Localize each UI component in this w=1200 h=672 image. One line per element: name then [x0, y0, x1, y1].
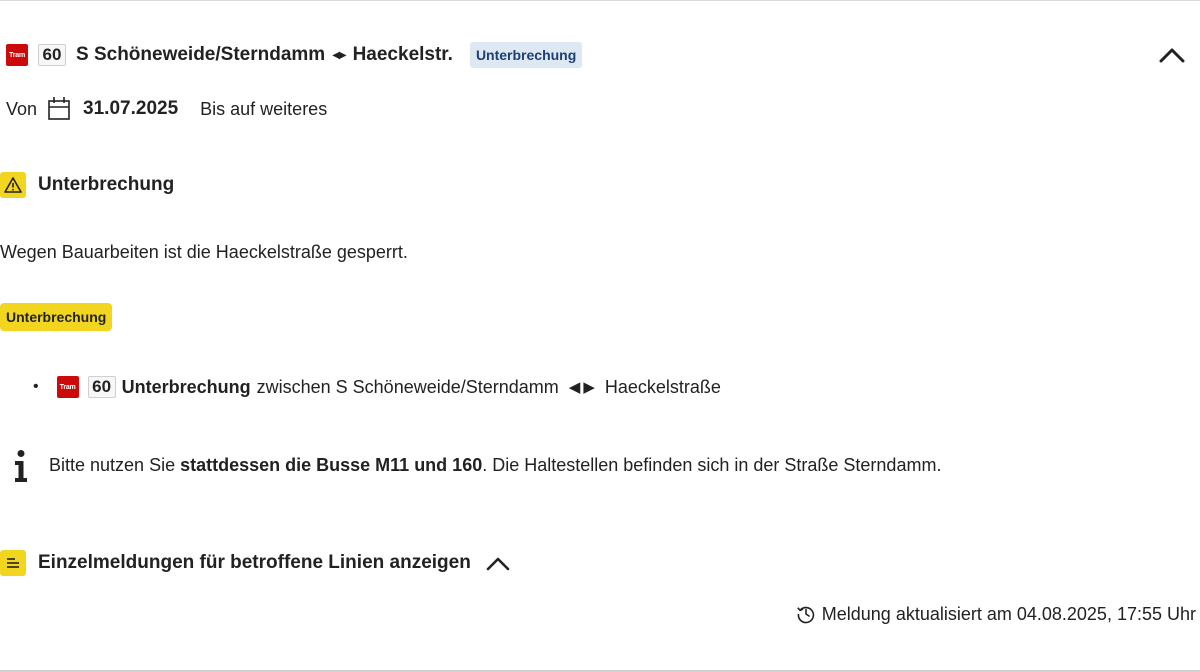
impact-between: zwischen S Schöneweide/Sterndamm — [256, 376, 559, 397]
history-icon — [796, 606, 814, 624]
von-label: Von — [6, 98, 38, 119]
impact-type: Unterbrechung — [121, 376, 251, 397]
line-number-badge: 60 — [87, 376, 116, 398]
impact-tag-row: Unterbrechung — [0, 303, 113, 331]
route-from: S Schöneweide/Sterndamm — [76, 44, 326, 65]
start-date: 31.07.2025 — [83, 98, 179, 119]
bullet: • — [33, 378, 39, 395]
list-icon — [0, 550, 26, 576]
header-row: Tram 60 S Schöneweide/Sterndamm ◀▶ Haeck… — [6, 42, 583, 68]
route-arrows-icon: ◀▶ — [332, 49, 346, 61]
tram-icon: Tram — [6, 44, 28, 66]
impact-to: Haeckelstraße — [604, 376, 721, 397]
description: Wegen Bauarbeiten ist die Haeckelstraße … — [0, 239, 408, 265]
info-icon — [15, 450, 27, 482]
end-date-label: Bis auf weiteres — [200, 98, 328, 119]
footer-row: Meldung aktualisiert am 04.08.2025, 17:5… — [796, 601, 1196, 627]
details-toggle-label: Einzelmeldungen für betroffene Linien an… — [38, 552, 471, 573]
section-title: Unterbrechung — [38, 174, 175, 195]
impact-badge: Unterbrechung — [0, 303, 113, 331]
info-text-before: Bitte nutzen Sie — [49, 454, 176, 475]
info-text-bold: stattdessen die Busse M11 und 160 — [180, 454, 483, 475]
arrow-right-icon: ▶ — [583, 379, 595, 396]
details-toggle-button[interactable]: Einzelmeldungen für betroffene Linien an… — [0, 549, 511, 577]
chevron-up-icon[interactable] — [1158, 46, 1186, 64]
updated-timestamp: Meldung aktualisiert am 04.08.2025, 17:5… — [821, 603, 1196, 624]
line-number-badge: 60 — [38, 44, 66, 66]
validity-row: Von 31.07.2025 Bis auf weiteres — [6, 94, 327, 124]
calendar-icon — [48, 97, 70, 120]
info-text-after: . Die Haltestellen befinden sich in der … — [482, 454, 942, 475]
warning-icon — [0, 172, 26, 198]
list-item: • Tram 60 Unterbrechung zwischen S Schön… — [33, 374, 721, 400]
top-divider — [0, 0, 1200, 1]
info-text-row: Bitte nutzen Sie stattdessen die Busse M… — [49, 452, 941, 478]
tram-icon: Tram — [56, 376, 79, 398]
section-heading: Unterbrechung — [0, 171, 174, 199]
arrow-left-icon: ◀ — [568, 379, 581, 396]
chevron-up-icon — [486, 557, 510, 571]
status-badge: Unterbrechung — [469, 42, 583, 68]
route-to: Haeckelstr. — [352, 44, 453, 65]
description-text: Wegen Bauarbeiten ist die Haeckelstraße … — [0, 241, 408, 262]
